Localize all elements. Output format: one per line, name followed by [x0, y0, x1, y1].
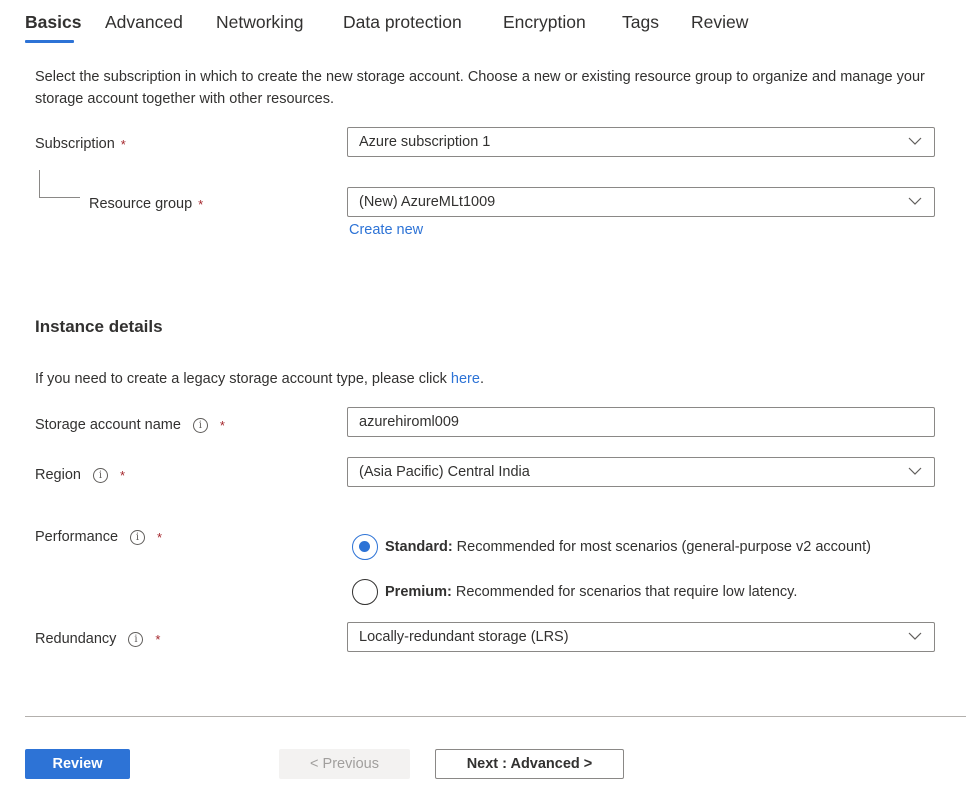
- redundancy-dropdown[interactable]: Locally-redundant storage (LRS): [347, 622, 935, 652]
- subscription-dropdown[interactable]: Azure subscription 1: [347, 127, 935, 157]
- info-icon[interactable]: i: [92, 467, 108, 483]
- performance-premium-radio[interactable]: Premium: Recommended for scenarios that …: [352, 579, 797, 605]
- chevron-down-icon: [908, 467, 922, 475]
- storage-account-name-value: azurehiroml009: [359, 414, 459, 430]
- resource-group-label-text: Resource group: [89, 196, 193, 212]
- review-button[interactable]: Review: [25, 749, 130, 779]
- required-asterisk: *: [119, 467, 126, 483]
- radio-checked-icon[interactable]: [352, 534, 378, 560]
- tab-bar: Basics Advanced Networking Data protecti…: [0, 0, 966, 46]
- region-label: Region i *: [35, 467, 125, 483]
- legacy-end: .: [479, 371, 484, 387]
- redundancy-label-text: Redundancy: [35, 631, 117, 647]
- storage-account-name-label: Storage account name i *: [35, 417, 225, 433]
- subscription-label-text: Subscription: [35, 136, 115, 152]
- legacy-here-link[interactable]: here: [451, 371, 480, 387]
- legacy-account-note: If you need to create a legacy storage a…: [35, 371, 484, 387]
- region-label-text: Region: [35, 467, 81, 483]
- footer-divider: [25, 716, 966, 717]
- required-asterisk: *: [120, 136, 126, 152]
- region-dropdown[interactable]: (Asia Pacific) Central India: [347, 457, 935, 487]
- info-icon[interactable]: i: [192, 417, 208, 433]
- tab-networking[interactable]: Networking: [216, 12, 304, 33]
- radio-unchecked-icon[interactable]: [352, 579, 378, 605]
- section-title-instance-details: Instance details: [35, 317, 163, 336]
- legacy-text: If you need to create a legacy storage a…: [35, 371, 451, 387]
- region-value: (Asia Pacific) Central India: [359, 464, 530, 480]
- redundancy-label: Redundancy i *: [35, 631, 160, 647]
- tab-basics[interactable]: Basics: [25, 12, 81, 33]
- tab-advanced[interactable]: Advanced: [105, 12, 183, 33]
- performance-label-text: Performance: [35, 529, 119, 545]
- chevron-down-icon: [908, 197, 922, 205]
- tab-tags[interactable]: Tags: [622, 12, 659, 33]
- active-tab-indicator: [25, 40, 74, 43]
- required-asterisk: *: [157, 529, 163, 545]
- info-icon[interactable]: i: [130, 529, 146, 545]
- required-asterisk: *: [198, 196, 204, 212]
- chevron-down-icon: [908, 137, 922, 145]
- next-advanced-button[interactable]: Next : Advanced >: [435, 749, 624, 779]
- subscription-value: Azure subscription 1: [359, 134, 491, 150]
- tab-encryption[interactable]: Encryption: [503, 12, 586, 33]
- storage-account-name-input[interactable]: azurehiroml009: [347, 407, 935, 437]
- performance-label: Performance i *: [35, 529, 162, 545]
- chevron-down-icon: [908, 632, 922, 640]
- storage-name-label-text: Storage account name: [35, 417, 181, 433]
- performance-standard-radio[interactable]: Standard: Recommended for most scenarios…: [352, 534, 871, 560]
- option-description: Recommended for scenarios that require l…: [455, 584, 798, 600]
- tab-data-protection[interactable]: Data protection: [343, 12, 462, 33]
- option-name: Premium:: [385, 584, 452, 600]
- info-icon[interactable]: i: [128, 631, 144, 647]
- redundancy-value: Locally-redundant storage (LRS): [359, 629, 569, 645]
- resource-group-label: Resource group *: [89, 196, 203, 212]
- resource-group-value: (New) AzureMLt1009: [359, 194, 496, 210]
- required-asterisk: *: [155, 631, 161, 647]
- tree-connector: [39, 170, 80, 198]
- intro-description: Select the subscription in which to crea…: [35, 69, 925, 107]
- tab-review[interactable]: Review: [691, 12, 748, 33]
- subscription-label: Subscription *: [35, 136, 126, 152]
- resource-group-dropdown[interactable]: (New) AzureMLt1009: [347, 187, 935, 217]
- create-new-link[interactable]: Create new: [349, 222, 423, 238]
- required-asterisk: *: [219, 417, 225, 433]
- option-description: Recommended for most scenarios (general-…: [456, 539, 871, 555]
- previous-button[interactable]: < Previous: [279, 749, 410, 779]
- option-name: Standard:: [385, 539, 453, 555]
